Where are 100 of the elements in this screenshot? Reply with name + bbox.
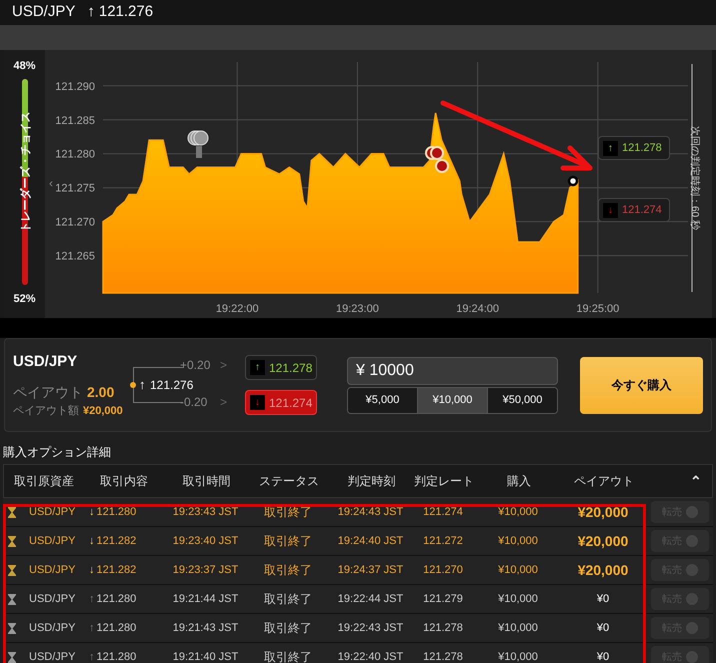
time-cell-text: 19:23:43 JST — [172, 504, 240, 520]
asset-cell-text: USD/JPY — [29, 592, 76, 607]
up-arrow-icon: ↑ — [139, 375, 146, 394]
direction-arrow: ↑ — [89, 592, 94, 607]
hourglass-icon — [8, 536, 16, 546]
section-title: 購入オプション詳細 — [2, 444, 112, 460]
chevron-icon: > — [220, 356, 228, 374]
rate-cell-text: 121.280 — [96, 650, 136, 663]
x-tick-label: 19:22:00 — [216, 303, 259, 315]
payout-amount-label: ペイアウト額 — [13, 404, 79, 418]
payout-cell-text: ¥20,000 — [576, 532, 630, 550]
payout-cell-text: ¥0 — [596, 620, 610, 636]
x-tick-label: 19:24:00 — [456, 303, 500, 315]
status-cell-text: 取引終了 — [263, 620, 313, 637]
rate-cell-text: 121.280 — [96, 620, 136, 636]
chevron-icon: > — [220, 393, 228, 411]
amount-preset-button[interactable]: ¥50,000 — [487, 388, 557, 412]
put-button[interactable]: ↓ 121.274 — [245, 390, 317, 415]
direction-arrow: ↑ — [89, 620, 94, 636]
trade-marker-icon — [188, 130, 208, 158]
purchase-cell-text: ¥10,000 — [497, 620, 539, 636]
direction-arrow: ↓ — [89, 562, 94, 578]
asset-cell-text: USD/JPY — [29, 650, 76, 663]
judge-time-cell-text: 19:24:40 JST — [336, 534, 404, 549]
next-deadline-label: 次回の判定時刻：60 秒 — [689, 126, 700, 230]
judge-rate-cell-text: 121.270 — [422, 562, 464, 578]
status-cell-text: 取引終了 — [263, 649, 313, 663]
judge-rate-cell-text: 121.278 — [422, 650, 464, 663]
column-header: 判定時刻 — [346, 473, 396, 490]
x-tick-label: 19:23:00 — [336, 303, 379, 315]
payout-cell-text: ¥0 — [596, 650, 610, 663]
status-cell-text: 取引終了 — [263, 562, 313, 579]
up-arrow-icon: ↑ — [87, 1, 95, 24]
time-cell-text: 19:21:40 JST — [172, 650, 240, 663]
rate-cell-text: 121.280 — [96, 504, 136, 520]
column-header: 取引原資産 — [13, 473, 75, 490]
rate-cell-text: 121.282 — [96, 562, 136, 578]
judge-time-cell-text: 19:24:43 JST — [336, 504, 404, 520]
call-button[interactable]: ↑ 121.278 — [245, 355, 317, 380]
judge-time-cell-text: 19:22:43 JST — [336, 620, 404, 636]
y-tick-label: 121.275 — [55, 182, 95, 195]
direction-arrow: ↓ — [89, 504, 94, 520]
column-header: 購入 — [506, 473, 532, 490]
hourglass-icon — [8, 652, 16, 662]
judge-rate-cell-text: 121.272 — [422, 534, 464, 549]
current-price: 121.276 — [150, 377, 194, 394]
amount-field[interactable]: ¥ 10000 — [347, 356, 558, 384]
put-button[interactable]: ↓ 121.274 — [598, 198, 670, 222]
judge-time-cell-text: 19:22:44 JST — [336, 592, 404, 607]
status-cell-text: 取引終了 — [263, 533, 313, 550]
time-cell-text: 19:23:40 JST — [172, 534, 240, 549]
collapse-icon[interactable]: ⌃ — [690, 470, 702, 492]
pair-name: USD/JPY — [13, 352, 78, 372]
asset-cell-text: USD/JPY — [29, 562, 76, 578]
payout-cell-text: ¥20,000 — [576, 560, 630, 580]
payout-cell-text: ¥0 — [596, 592, 610, 607]
time-cell-text: 19:21:43 JST — [172, 620, 240, 636]
payout-rate: 2.00 — [87, 382, 114, 402]
hourglass-icon — [8, 564, 16, 576]
hourglass-icon — [8, 622, 16, 634]
judge-rate-cell-text: 121.274 — [422, 504, 464, 520]
upper-offset: +0.20 — [180, 357, 210, 374]
column-header: ステータス — [258, 473, 320, 490]
payout-amount: ¥20,000 — [83, 404, 123, 418]
buy-now-button[interactable]: 今すぐ購入 — [580, 356, 703, 414]
asset-cell-text: USD/JPY — [29, 504, 76, 520]
current-price-dot — [568, 176, 578, 186]
collapse-arrow[interactable]: ‹ — [49, 174, 53, 192]
purchase-cell-text: ¥10,000 — [497, 534, 539, 549]
asset-cell-text: USD/JPY — [29, 534, 76, 549]
rate-cell-text: 121.280 — [96, 592, 136, 607]
purchase-cell-text: ¥10,000 — [497, 650, 539, 663]
y-tick-label: 121.280 — [55, 148, 95, 161]
payout-cell-text: ¥20,000 — [576, 502, 630, 522]
asset-cell-text: USD/JPY — [29, 620, 76, 636]
time-cell-text: 19:23:37 JST — [172, 562, 240, 578]
hourglass-icon — [8, 506, 16, 518]
purchase-cell-text: ¥10,000 — [497, 592, 539, 607]
y-tick-label: 121.285 — [55, 114, 95, 127]
judge-time-cell-text: 19:22:40 JST — [336, 650, 404, 663]
pair-title: USD/JPY — [12, 2, 76, 22]
judge-rate-cell-text: 121.279 — [422, 592, 464, 607]
trade-marker-icon — [435, 159, 449, 173]
judge-rate-cell-text: 121.278 — [422, 620, 464, 636]
call-percent: 48% — [13, 59, 36, 74]
direction-arrow: ↑ — [89, 650, 94, 663]
purchase-cell-text: ¥10,000 — [497, 562, 539, 578]
put-percent: 52% — [13, 292, 36, 306]
y-tick-label: 121.270 — [55, 216, 95, 229]
purchase-cell-text: ¥10,000 — [497, 504, 539, 520]
traders-choice-label: トレーダーズ・チョイス — [20, 112, 32, 232]
rate-cell-text: 121.282 — [96, 534, 136, 549]
direction-arrow: ↓ — [89, 534, 94, 549]
amount-preset-button[interactable]: ¥10,000 — [417, 388, 487, 412]
x-tick-label: 19:25:00 — [576, 303, 620, 315]
y-tick-label: 121.265 — [55, 250, 95, 263]
call-button[interactable]: ↑ 121.278 — [598, 136, 670, 160]
amount-preset-button[interactable]: ¥5,000 — [348, 388, 417, 412]
column-header: ペイアウト — [573, 473, 635, 490]
hourglass-icon — [8, 594, 16, 604]
